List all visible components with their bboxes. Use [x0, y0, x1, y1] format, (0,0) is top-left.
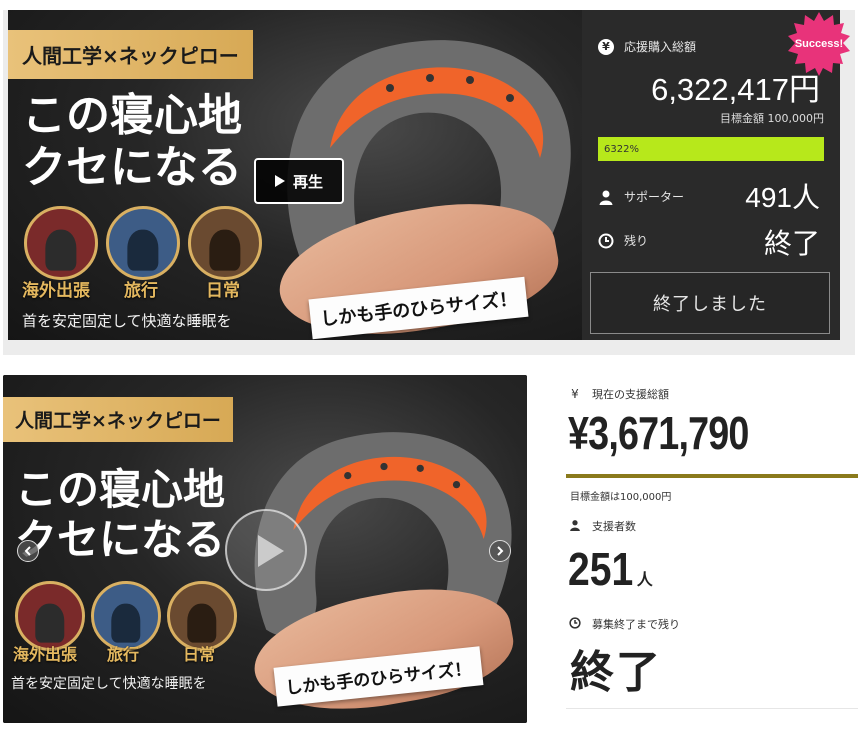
funding-stats-panel: ¥ 現在の支援総額 ¥3,671,790 目標金額は100,000円 支援者数 …	[566, 380, 858, 735]
play-button[interactable]	[225, 509, 307, 591]
remaining-label: 残り	[624, 234, 649, 248]
image-subtitle: 首を安定固定して快適な睡眠を	[22, 312, 232, 330]
bottom-hero-carousel[interactable]: 人間工学×ネックピロー この寝心地 クセになる 海外出張 旅行 日常 首を安定固…	[3, 375, 527, 723]
progress-percent: 6322%	[604, 143, 639, 155]
progress-fill: 6322%	[598, 137, 824, 161]
current-amount: ¥3,671,790	[568, 407, 749, 459]
yen-icon: ¥	[571, 387, 579, 401]
scene-label-travel: 旅行	[107, 645, 140, 664]
top-hero-image[interactable]: 人間工学×ネックピロー この寝心地 クセになる 海外出張 旅行 日常 首を安定固…	[8, 10, 582, 340]
chevron-right-icon	[497, 546, 504, 556]
scene-travel	[106, 206, 180, 280]
success-badge-label: Success!	[794, 38, 844, 50]
banner-title: 人間工学×ネックピロー	[8, 30, 253, 79]
catch-copy-line-1: この寝心地	[22, 90, 242, 141]
supporters-value: 491人	[745, 182, 820, 213]
remaining-value: 終了	[763, 228, 820, 259]
supporters-label: 支援者数	[592, 520, 636, 533]
scene-label-daily: 日常	[183, 645, 216, 664]
yen-icon: ¥	[598, 38, 614, 55]
chevron-left-icon	[24, 546, 31, 556]
goal-amount: 目標金額は100,000円	[570, 492, 672, 503]
play-icon	[258, 535, 284, 567]
supporters-number: 251	[568, 543, 634, 595]
play-button[interactable]: 再生	[254, 158, 344, 204]
funding-progress-bar	[566, 474, 858, 478]
catch-copy-line-2: クセになる	[15, 515, 226, 564]
banner-title: 人間工学×ネックピロー	[3, 397, 233, 442]
scene-label-business-trip: 海外出張	[22, 281, 90, 301]
remaining-value: 終了	[570, 647, 662, 698]
ended-button[interactable]: 終了しました	[590, 272, 830, 334]
catch-copy-line-1: この寝心地	[15, 465, 226, 514]
scene-label-daily: 日常	[206, 281, 240, 301]
scene-label-travel: 旅行	[124, 281, 158, 301]
progress-bar: 6322%	[598, 137, 824, 161]
scene-daily	[188, 206, 262, 280]
clock-icon	[568, 616, 582, 632]
play-icon	[274, 175, 285, 187]
page: 人間工学×ネックピロー この寝心地 クセになる 海外出張 旅行 日常 首を安定固…	[0, 0, 860, 738]
supporters-unit: 人	[636, 572, 653, 589]
carousel-next-button[interactable]	[489, 540, 511, 562]
goal-amount: 目標金額 100,000円	[720, 112, 824, 125]
carousel-prev-button[interactable]	[17, 540, 39, 562]
supporters-label: サポーター	[624, 190, 685, 204]
supporters-count: 251 人	[568, 542, 653, 596]
clock-icon	[598, 233, 614, 248]
current-label: 現在の支援総額	[592, 388, 669, 401]
success-badge: Success!	[787, 12, 851, 76]
scene-label-business-trip: 海外出張	[13, 645, 78, 664]
image-subtitle: 首を安定固定して快適な睡眠を	[11, 676, 207, 692]
scene-business-trip	[24, 206, 98, 280]
person-icon	[599, 190, 613, 205]
divider	[566, 708, 858, 709]
person-icon	[568, 519, 582, 534]
remaining-label: 募集終了まで残り	[592, 618, 680, 631]
catch-copy-line-2: クセになる	[22, 142, 242, 193]
play-label: 再生	[292, 172, 323, 191]
total-label: 応援購入総額	[624, 40, 697, 54]
